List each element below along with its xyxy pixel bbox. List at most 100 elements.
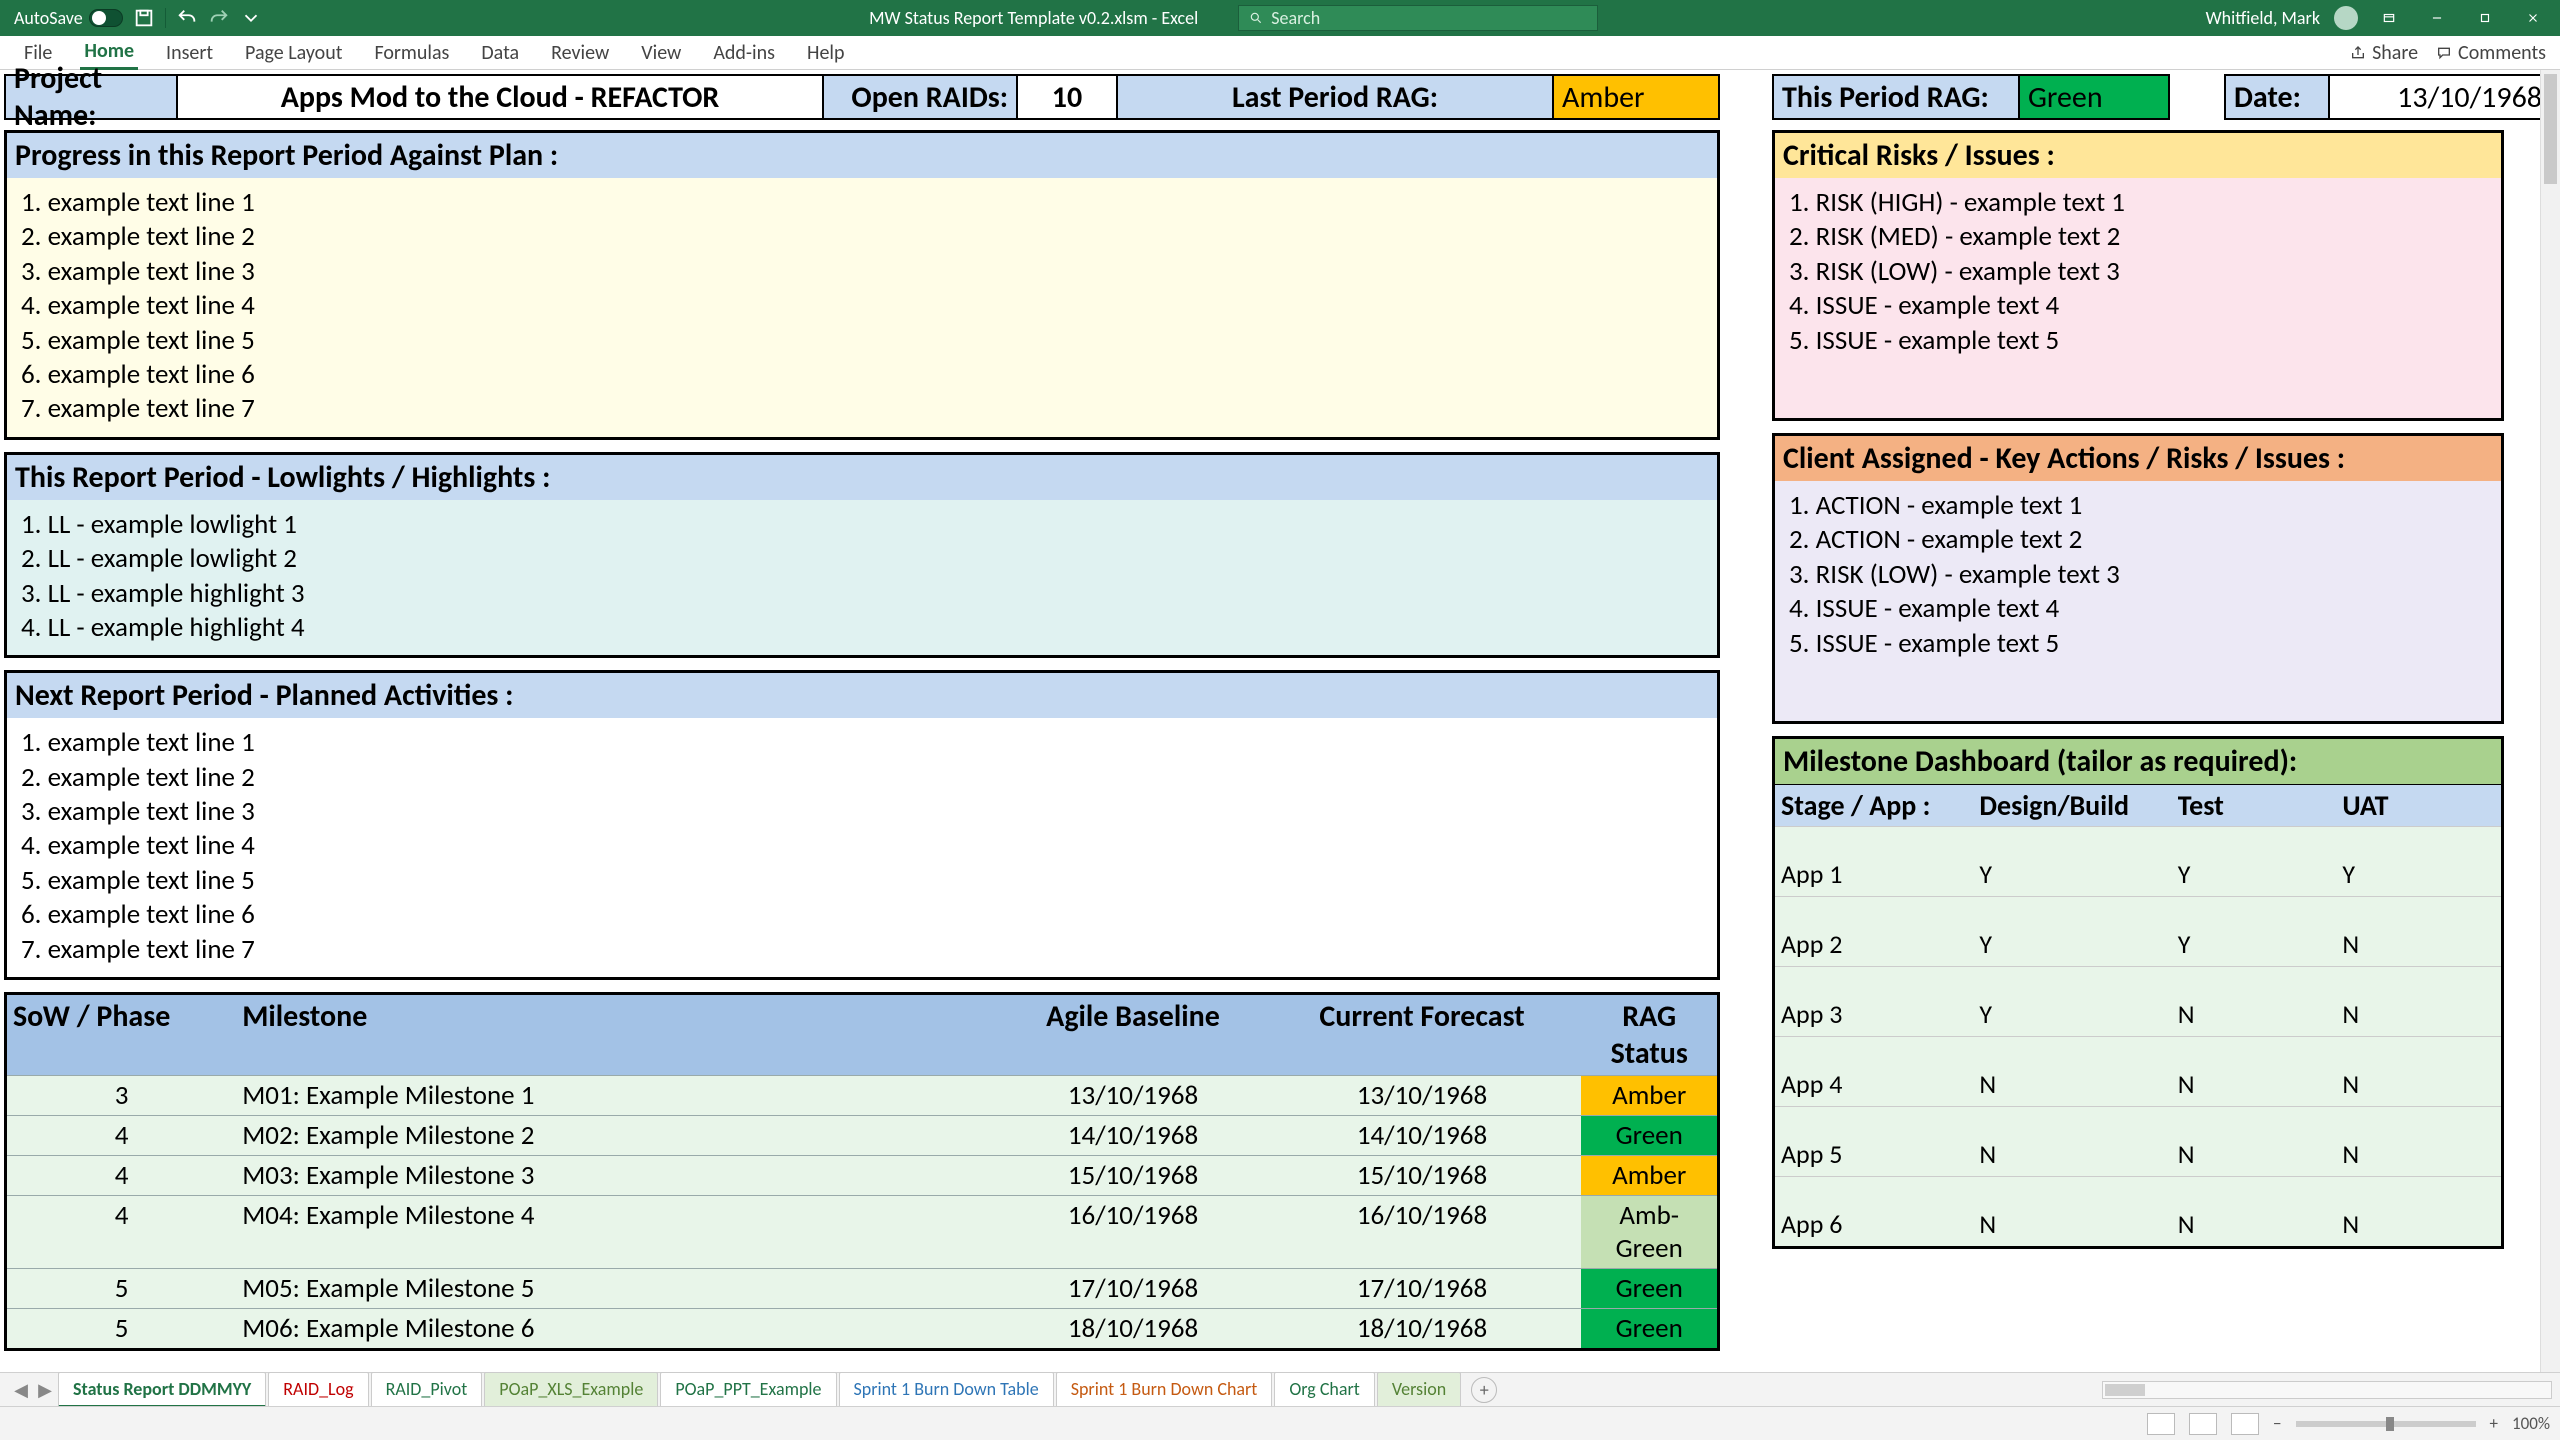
table-row[interactable]: 5M06: Example Milestone 618/10/196818/10… <box>7 1308 1717 1348</box>
share-button[interactable]: Share <box>2350 41 2418 65</box>
sheet-tab[interactable]: RAID_Log <box>268 1372 368 1408</box>
list-item[interactable]: 4. example text line 4 <box>11 289 1713 323</box>
ribbon-tab-formulas[interactable]: Formulas <box>370 37 453 69</box>
save-icon[interactable] <box>133 7 155 29</box>
list-item[interactable]: 3. example text line 3 <box>11 255 1713 289</box>
list-item[interactable]: 5. ISSUE - example text 5 <box>1779 627 2497 661</box>
list-item[interactable]: 1. example text line 1 <box>11 726 1713 760</box>
close-icon[interactable] <box>2516 4 2550 32</box>
maximize-icon[interactable] <box>2468 4 2502 32</box>
list-item[interactable]: 2. example text line 2 <box>11 761 1713 795</box>
sheet-tab[interactable]: Status Report DDMMYY <box>58 1372 266 1408</box>
list-item[interactable]: 7. example text line 7 <box>11 392 1713 426</box>
undo-icon[interactable] <box>176 7 198 29</box>
comments-button[interactable]: Comments <box>2436 41 2546 65</box>
table-row[interactable]: 4M03: Example Milestone 315/10/196815/10… <box>7 1155 1717 1195</box>
tab-nav-prev[interactable]: ◀ <box>10 1379 32 1401</box>
table-row[interactable]: App 5NNN <box>1775 1106 2501 1176</box>
user-name[interactable]: Whitfield, Mark <box>2206 7 2320 29</box>
avatar[interactable] <box>2334 6 2358 30</box>
list-item[interactable]: 2. example text line 2 <box>11 220 1713 254</box>
search-icon <box>1249 11 1263 25</box>
sheet-tab[interactable]: POaP_PPT_Example <box>660 1372 836 1408</box>
table-row[interactable]: App 3YNN <box>1775 966 2501 1036</box>
lowhigh-box: This Report Period - Lowlights / Highlig… <box>4 452 1720 659</box>
page-layout-view-icon[interactable] <box>2189 1413 2217 1435</box>
ribbon-tab-add-ins[interactable]: Add-ins <box>709 37 779 69</box>
table-row[interactable]: 5M05: Example Milestone 517/10/196817/10… <box>7 1268 1717 1308</box>
table-row[interactable]: App 2YYN <box>1775 896 2501 966</box>
ribbon-tab-insert[interactable]: Insert <box>162 37 217 69</box>
sheet-tab[interactable]: Sprint 1 Burn Down Chart <box>1056 1372 1273 1408</box>
ribbon-tab-review[interactable]: Review <box>547 37 613 69</box>
redo-icon[interactable] <box>208 7 230 29</box>
autosave-toggle[interactable]: AutoSave <box>14 7 123 29</box>
ribbon-tab-view[interactable]: View <box>637 37 685 69</box>
table-row[interactable]: 4M04: Example Milestone 416/10/196816/10… <box>7 1195 1717 1268</box>
list-item[interactable]: 2. LL - example lowlight 2 <box>11 542 1713 576</box>
table-row[interactable]: App 6NNN <box>1775 1176 2501 1246</box>
zoom-out-icon[interactable]: − <box>2273 1413 2281 1434</box>
list-item[interactable]: 3. RISK (LOW) - example text 3 <box>1779 255 2497 289</box>
ribbon-tab-data[interactable]: Data <box>477 37 523 69</box>
horizontal-scrollbar[interactable] <box>2102 1381 2552 1399</box>
sheet-tab[interactable]: Version <box>1377 1372 1461 1408</box>
ribbon-tab-page-layout[interactable]: Page Layout <box>241 37 346 69</box>
list-item[interactable]: 7. example text line 7 <box>11 933 1713 967</box>
sheet-tab[interactable]: Sprint 1 Burn Down Table <box>839 1372 1054 1408</box>
list-item[interactable]: 4. ISSUE - example text 4 <box>1779 289 2497 323</box>
list-item[interactable]: 1. LL - example lowlight 1 <box>11 508 1713 542</box>
table-row[interactable]: App 4NNN <box>1775 1036 2501 1106</box>
client-actions-box: Client Assigned - Key Actions / Risks / … <box>1772 433 2504 724</box>
minimize-icon[interactable] <box>2420 4 2454 32</box>
list-item[interactable]: 6. example text line 6 <box>11 358 1713 392</box>
list-item[interactable]: 5. example text line 5 <box>11 324 1713 358</box>
zoom-slider[interactable] <box>2296 1421 2476 1427</box>
vertical-scrollbar[interactable] <box>2540 70 2560 1372</box>
customize-qat-icon[interactable] <box>240 7 262 29</box>
new-sheet-button[interactable]: + <box>1471 1377 1497 1403</box>
sheet-tab[interactable]: RAID_Pivot <box>371 1372 483 1408</box>
col-milestone: Milestone <box>236 995 1003 1075</box>
ribbon-display-icon[interactable] <box>2372 4 2406 32</box>
table-row[interactable]: App 1YYY <box>1775 826 2501 896</box>
list-item[interactable]: 4. LL - example highlight 4 <box>11 611 1713 645</box>
open-raids-label: Open RAIDs: <box>824 74 1018 120</box>
list-item[interactable]: 3. example text line 3 <box>11 795 1713 829</box>
toggle-off-icon <box>89 9 123 27</box>
page-break-view-icon[interactable] <box>2231 1413 2259 1435</box>
table-row[interactable]: 3M01: Example Milestone 113/10/196813/10… <box>7 1075 1717 1115</box>
normal-view-icon[interactable] <box>2147 1413 2175 1435</box>
sheet-tab[interactable]: POaP_XLS_Example <box>484 1372 658 1408</box>
last-rag-value[interactable]: Amber <box>1554 74 1720 120</box>
list-item[interactable]: 1. ACTION - example text 1 <box>1779 489 2497 523</box>
list-item[interactable]: 2. ACTION - example text 2 <box>1779 523 2497 557</box>
list-item[interactable]: 4. example text line 4 <box>11 829 1713 863</box>
worksheet[interactable]: Project Name: Apps Mod to the Cloud - RE… <box>0 70 2560 1355</box>
date-value[interactable]: 13/10/1968 <box>2330 74 2556 120</box>
date-label: Date: <box>2224 74 2330 120</box>
list-item[interactable]: 3. RISK (LOW) - example text 3 <box>1779 558 2497 592</box>
table-row[interactable]: 4M02: Example Milestone 214/10/196814/10… <box>7 1115 1717 1155</box>
tab-nav-next[interactable]: ▶ <box>34 1379 56 1401</box>
zoom-level[interactable]: 100% <box>2512 1413 2550 1434</box>
list-item[interactable]: 1. RISK (HIGH) - example text 1 <box>1779 186 2497 220</box>
ribbon: FileHomeInsertPage LayoutFormulasDataRev… <box>0 36 2560 70</box>
open-raids-value[interactable]: 10 <box>1018 74 1118 120</box>
list-item[interactable]: 6. example text line 6 <box>11 898 1713 932</box>
list-item[interactable]: 5. ISSUE - example text 5 <box>1779 324 2497 358</box>
project-name-label: Project Name: <box>4 74 178 120</box>
search-input[interactable]: Search <box>1238 5 1598 31</box>
sheet-tab[interactable]: Org Chart <box>1274 1372 1374 1408</box>
list-item[interactable]: 1. example text line 1 <box>11 186 1713 220</box>
progress-box: Progress in this Report Period Against P… <box>4 130 1720 440</box>
ribbon-tab-help[interactable]: Help <box>803 37 849 69</box>
list-item[interactable]: 5. example text line 5 <box>11 864 1713 898</box>
zoom-in-icon[interactable]: + <box>2490 1413 2498 1434</box>
list-item[interactable]: 3. LL - example highlight 3 <box>11 577 1713 611</box>
project-name-value[interactable]: Apps Mod to the Cloud - REFACTOR <box>178 74 824 120</box>
list-item[interactable]: 4. ISSUE - example text 4 <box>1779 592 2497 626</box>
list-item[interactable]: 2. RISK (MED) - example text 2 <box>1779 220 2497 254</box>
dashboard-box: Milestone Dashboard (tailor as required)… <box>1772 736 2504 1249</box>
this-rag-value[interactable]: Green <box>2020 74 2170 120</box>
